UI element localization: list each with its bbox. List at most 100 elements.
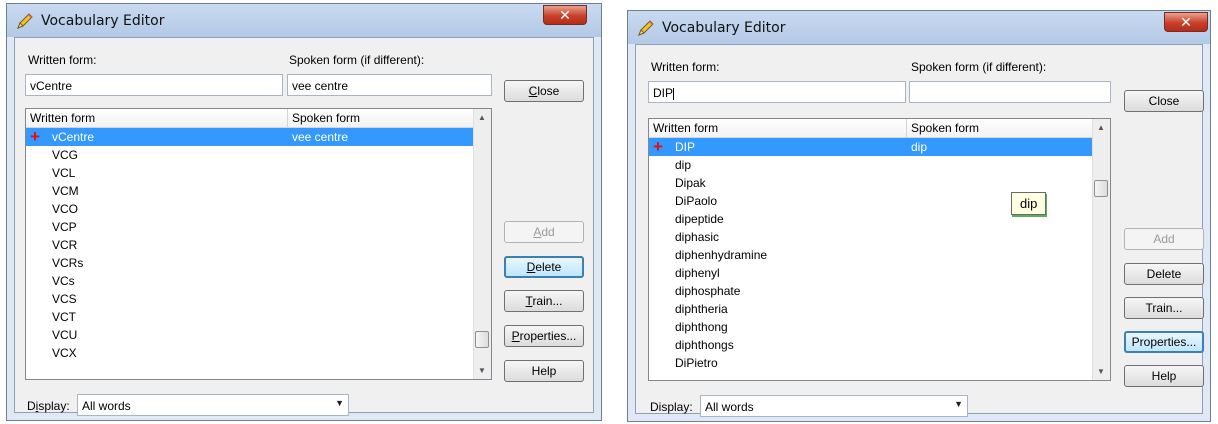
list-item[interactable]: VCX <box>26 344 476 362</box>
written-form-value: DIP <box>653 86 674 100</box>
display-label: Display: <box>650 400 693 414</box>
scroll-down-icon[interactable]: ▼ <box>478 366 486 375</box>
properties-button[interactable]: Properties... <box>504 325 584 347</box>
pencil-icon <box>17 13 33 29</box>
list-item[interactable]: VCO <box>26 200 476 218</box>
list-item[interactable]: DiPietro <box>649 354 1095 372</box>
title-bar: Vocabulary Editor ✕ <box>7 4 601 37</box>
written-form-cell: diphtheria <box>675 302 728 316</box>
column-header-spoken[interactable]: Spoken form <box>907 119 1095 137</box>
list-item[interactable]: Dipak <box>649 174 1095 192</box>
red-plus-icon: + <box>653 137 663 156</box>
written-form-cell: dipeptide <box>675 212 724 226</box>
written-form-cell: VCL <box>52 166 76 180</box>
written-form-cell: vCentre <box>52 130 95 144</box>
close-button[interactable]: Close <box>504 80 584 102</box>
list-item[interactable]: diphtheria <box>649 300 1095 318</box>
close-window-button[interactable]: ✕ <box>1164 12 1208 32</box>
written-form-cell: VCX <box>52 346 77 360</box>
list-item[interactable]: VCP <box>26 218 476 236</box>
written-form-cell: VCP <box>52 220 77 234</box>
train-button[interactable]: Train... <box>1124 297 1204 319</box>
written-form-cell: DIP <box>675 140 696 154</box>
written-form-cell: Dipak <box>675 176 706 190</box>
list-item[interactable]: diphasic <box>649 228 1095 246</box>
list-item[interactable]: diphosphate <box>649 282 1095 300</box>
pencil-icon <box>638 20 654 36</box>
spoken-form-input[interactable] <box>909 81 1111 103</box>
written-form-cell: VCRs <box>52 256 84 270</box>
title-bar: Vocabulary Editor ✕ <box>628 11 1210 44</box>
display-dropdown[interactable]: All words ▼ <box>77 394 349 416</box>
text-caret <box>673 87 675 100</box>
display-value: All words <box>82 399 131 413</box>
list-item[interactable]: diphenyl <box>649 264 1095 282</box>
list-item[interactable]: VCS <box>26 290 476 308</box>
scroll-up-icon[interactable]: ▲ <box>1097 123 1105 132</box>
scroll-down-icon[interactable]: ▼ <box>1097 367 1105 376</box>
written-form-input[interactable]: vCentre <box>25 74 283 96</box>
spoken-form-input[interactable]: vee centre <box>287 74 492 96</box>
window-title: Vocabulary Editor <box>662 20 786 36</box>
list-header: Written form Spoken form <box>26 109 476 128</box>
list-item[interactable]: diphthongs <box>649 336 1095 354</box>
list-item[interactable]: VCT <box>26 308 476 326</box>
close-button[interactable]: Close <box>1124 90 1204 112</box>
dropdown-arrow-icon: ▼ <box>954 399 963 409</box>
written-form-cell: VCs <box>52 274 75 288</box>
scroll-up-icon[interactable]: ▲ <box>478 113 486 122</box>
list-scrollbar[interactable]: ▲ ▼ <box>473 109 491 379</box>
train-button[interactable]: Train... <box>504 290 584 312</box>
list-item[interactable]: dip <box>649 156 1095 174</box>
list-item[interactable]: VCU <box>26 326 476 344</box>
dialog-client-area: Written form: Spoken form (if different)… <box>635 44 1204 417</box>
help-button[interactable]: Help <box>1124 365 1204 387</box>
written-form-cell: VCT <box>52 310 76 324</box>
written-form-label: Written form: <box>28 53 97 67</box>
vocabulary-list[interactable]: Written form Spoken form + DIP dip dip Dipak… <box>648 118 1111 381</box>
list-item[interactable]: + vCentre vee centre <box>26 128 476 146</box>
add-button[interactable]: Add <box>1124 228 1204 250</box>
red-plus-icon: + <box>30 127 40 146</box>
close-window-button[interactable]: ✕ <box>543 5 587 25</box>
written-form-cell: VCG <box>52 148 79 162</box>
spoken-form-label: Spoken form (if different): <box>911 60 1047 74</box>
written-form-cell: DiPaolo <box>675 194 718 208</box>
help-button[interactable]: Help <box>504 360 584 382</box>
written-form-input[interactable]: DIP <box>648 81 906 103</box>
scrollbar-thumb[interactable] <box>1094 180 1108 197</box>
written-form-cell: diphosphate <box>675 284 741 298</box>
delete-button[interactable]: Delete <box>504 256 584 278</box>
written-form-cell: diphenyl <box>675 266 720 280</box>
window-title: Vocabulary Editor <box>41 13 165 29</box>
list-item[interactable]: + DIP dip <box>649 138 1095 156</box>
column-header-spoken[interactable]: Spoken form <box>288 109 476 127</box>
dropdown-arrow-icon: ▼ <box>335 398 344 408</box>
vocabulary-list[interactable]: Written form Spoken form + vCentre vee cen… <box>25 108 492 380</box>
vocabulary-editor-window-left: Vocabulary Editor ✕ Written form: Spoken… <box>6 3 602 421</box>
scrollbar-thumb[interactable] <box>475 331 489 348</box>
close-x-icon: ✕ <box>1180 15 1192 31</box>
written-form-cell: DiPietro <box>675 356 718 370</box>
display-dropdown[interactable]: All words ▼ <box>700 395 968 417</box>
list-scrollbar[interactable]: ▲ ▼ <box>1092 119 1110 380</box>
properties-button[interactable]: Properties... <box>1124 331 1204 353</box>
list-item[interactable]: VCL <box>26 164 476 182</box>
spoken-form-cell: vee centre <box>292 130 349 144</box>
column-header-written[interactable]: Written form <box>649 119 907 137</box>
list-item[interactable]: VCs <box>26 272 476 290</box>
list-item[interactable]: diphthong <box>649 318 1095 336</box>
written-form-cell: diphenhydramine <box>675 248 768 262</box>
written-form-cell: VCR <box>52 238 78 252</box>
add-button[interactable]: Add <box>504 221 584 243</box>
list-item[interactable]: VCR <box>26 236 476 254</box>
list-item[interactable]: VCRs <box>26 254 476 272</box>
close-x-icon: ✕ <box>559 8 571 24</box>
list-item[interactable]: diphenhydramine <box>649 246 1095 264</box>
dialog-client-area: Written form: Spoken form (if different)… <box>14 37 594 416</box>
list-item[interactable]: VCM <box>26 182 476 200</box>
written-form-cell: VCS <box>52 292 77 306</box>
delete-button[interactable]: Delete <box>1124 263 1204 285</box>
list-item[interactable]: VCG <box>26 146 476 164</box>
column-header-written[interactable]: Written form <box>26 109 288 127</box>
